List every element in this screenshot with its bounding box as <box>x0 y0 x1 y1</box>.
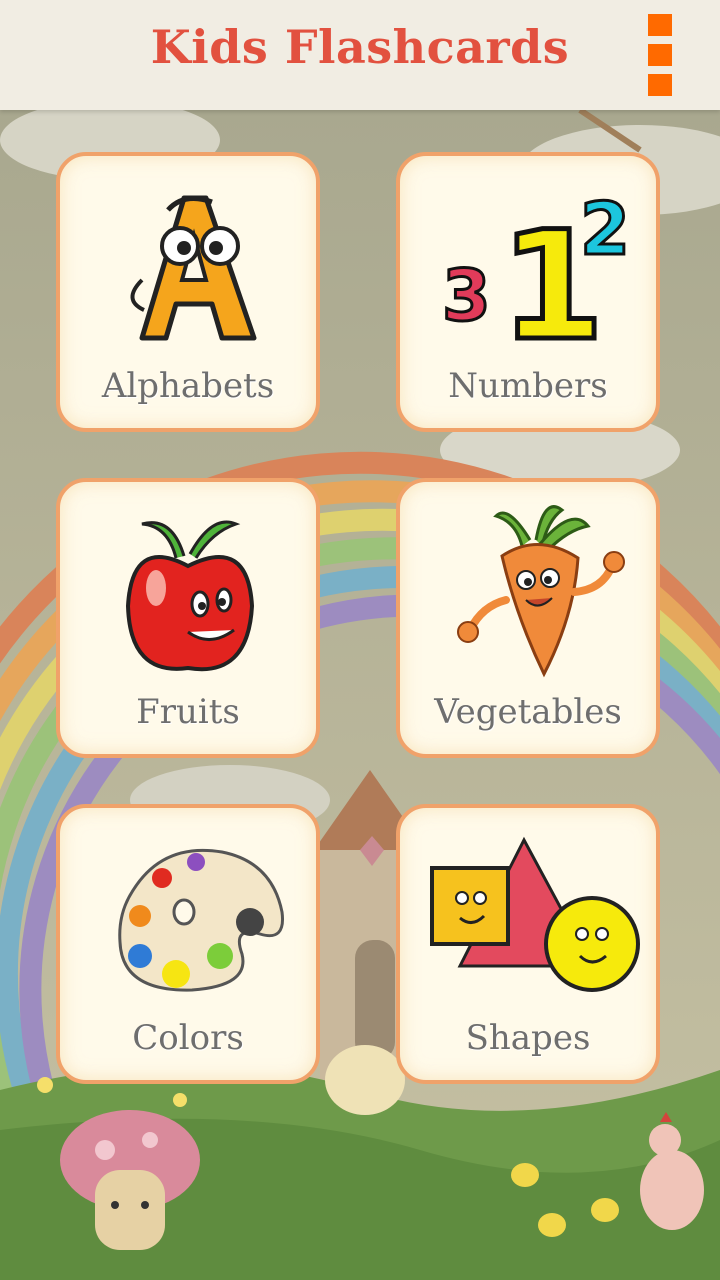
app-title: Kids Flashcards <box>150 20 570 74</box>
menu-dot <box>648 44 672 66</box>
apple-icon <box>72 496 304 686</box>
category-card-colors[interactable]: Colors <box>56 804 320 1084</box>
card-label: Colors <box>132 1018 244 1058</box>
card-label: Numbers <box>448 366 608 406</box>
app-bar: Kids Flashcards <box>0 0 720 110</box>
category-card-vegetables[interactable]: Vegetables <box>396 478 660 758</box>
menu-dot <box>648 74 672 96</box>
number-three: 3 <box>442 255 491 337</box>
category-card-fruits[interactable]: Fruits <box>56 478 320 758</box>
category-card-shapes[interactable]: Shapes <box>396 804 660 1084</box>
card-label: Alphabets <box>101 366 275 406</box>
number-two: 2 <box>580 187 630 271</box>
card-label: Fruits <box>136 692 240 732</box>
category-card-alphabets[interactable]: Alphabets <box>56 152 320 432</box>
shapes-icon <box>412 822 644 1012</box>
numbers-icon: 3 1 2 <box>412 170 644 377</box>
card-label: Vegetables <box>434 692 622 732</box>
menu-dot <box>648 14 672 36</box>
category-card-numbers[interactable]: 3 1 2 Numbers <box>396 152 660 432</box>
paint-palette-icon <box>72 822 304 1012</box>
overflow-menu-icon[interactable] <box>648 14 672 96</box>
letter-a-icon <box>72 170 304 360</box>
card-label: Shapes <box>465 1018 591 1058</box>
carrot-icon <box>412 496 644 686</box>
